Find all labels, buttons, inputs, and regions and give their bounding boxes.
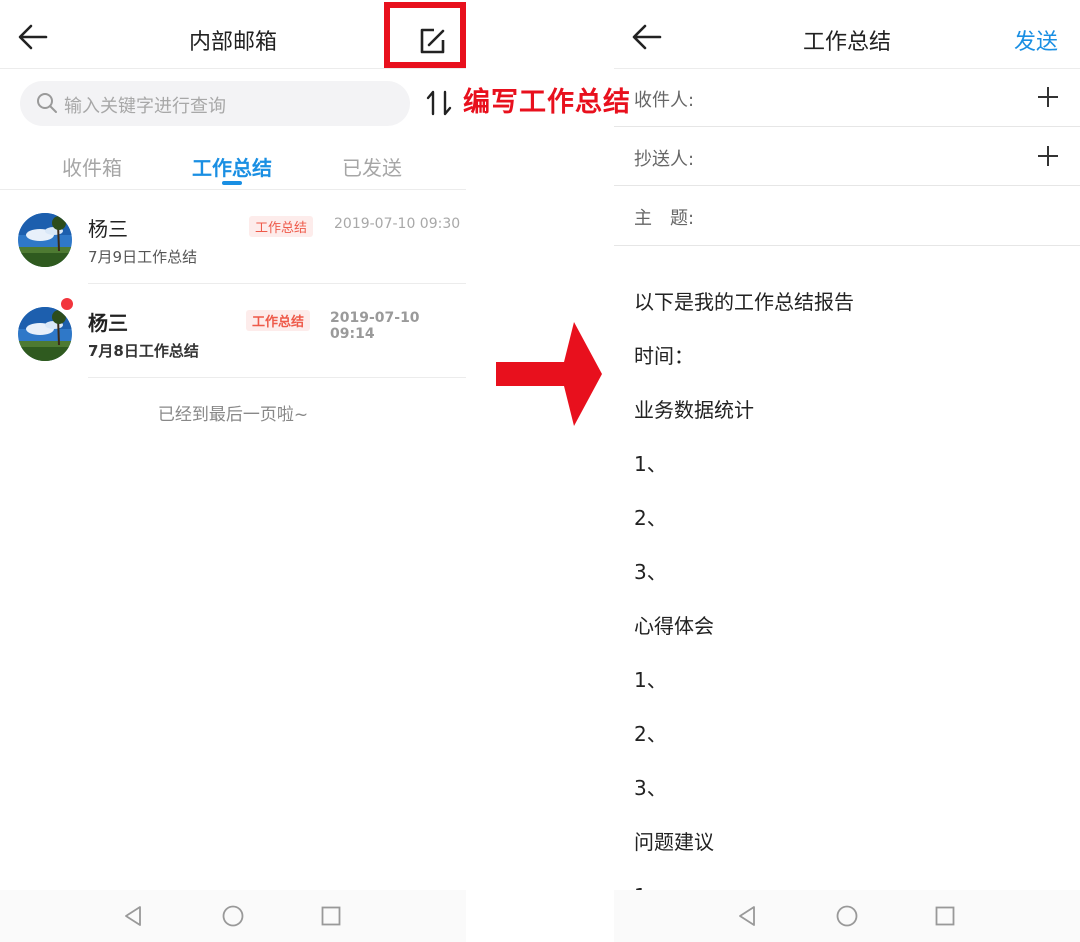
cc-label: 抄送人: xyxy=(634,149,695,170)
recipient-label: 收件人: xyxy=(634,90,695,111)
search-icon xyxy=(37,93,57,113)
subject-label: 主 题: xyxy=(634,208,695,229)
plus-icon[interactable] xyxy=(1036,85,1060,109)
compose-header: 工作总结 发送 xyxy=(614,0,1080,69)
nav-home-icon[interactable] xyxy=(835,904,859,928)
mail-time: 2019-07-10 09:30 xyxy=(334,216,461,232)
active-tab-indicator xyxy=(222,181,242,185)
system-nav-bar xyxy=(614,890,1080,942)
highlight-box xyxy=(384,2,466,68)
plus-icon[interactable] xyxy=(1036,144,1060,168)
mail-list-item[interactable]: 杨三 7月8日工作总结 工作总结 2019-07-10 09:14 xyxy=(0,284,466,378)
search-placeholder: 输入关键字进行查询 xyxy=(64,96,226,117)
nav-recent-icon[interactable] xyxy=(319,904,343,928)
mail-time: 2019-07-10 09:14 xyxy=(330,310,420,342)
end-of-list-text: 已经到最后一页啦~ xyxy=(157,405,309,425)
mail-preview: 7月8日工作总结 xyxy=(88,342,199,360)
body-line[interactable]: 2、 xyxy=(634,718,667,747)
tab-sent[interactable]: 已发送 xyxy=(342,152,402,181)
arrow-right-icon xyxy=(496,322,602,426)
mail-sender: 杨三 xyxy=(88,217,128,241)
nav-home-icon[interactable] xyxy=(221,904,245,928)
nav-back-icon[interactable] xyxy=(121,904,145,928)
recipient-field[interactable]: 收件人: xyxy=(614,68,1080,127)
nav-recent-icon[interactable] xyxy=(933,904,957,928)
body-line[interactable]: 问题建议 xyxy=(634,826,714,855)
mail-list-item[interactable]: 杨三 7月9日工作总结 工作总结 2019-07-10 09:30 xyxy=(0,190,466,284)
send-button[interactable]: 发送 xyxy=(1014,24,1058,56)
avatar xyxy=(18,307,72,361)
body-line[interactable]: 1、 xyxy=(634,448,667,477)
body-line[interactable]: 2、 xyxy=(634,502,667,531)
body-line[interactable]: 3、 xyxy=(634,556,667,585)
body-line[interactable]: 1、 xyxy=(634,664,667,693)
search-input[interactable]: 输入关键字进行查询 xyxy=(20,81,410,126)
tab-inbox[interactable]: 收件箱 xyxy=(62,152,122,181)
avatar xyxy=(18,213,72,267)
inbox-screen: 内部邮箱 输入关键字进行查询 收件箱 工作总结 已发送 杨三 7月9日工作总结 … xyxy=(0,0,466,942)
mail-sender: 杨三 xyxy=(88,311,128,335)
subject-field[interactable]: 主 题: xyxy=(614,186,1080,246)
category-tag: 工作总结 xyxy=(249,216,314,237)
sort-icon[interactable] xyxy=(424,88,454,118)
body-line[interactable]: 业务数据统计 xyxy=(634,394,754,423)
mail-preview: 7月9日工作总结 xyxy=(88,248,198,266)
cc-field[interactable]: 抄送人: xyxy=(614,127,1080,186)
row-divider xyxy=(88,377,466,378)
body-line[interactable]: 心得体会 xyxy=(634,610,714,639)
body-line[interactable]: 以下是我的工作总结报告 xyxy=(634,286,854,315)
tab-work-summary[interactable]: 工作总结 xyxy=(192,152,272,181)
annotation-label: 编写工作总结 xyxy=(463,87,631,118)
system-nav-bar xyxy=(0,890,466,942)
body-line[interactable]: 3、 xyxy=(634,772,667,801)
category-tag: 工作总结 xyxy=(246,310,311,331)
unread-dot xyxy=(60,297,74,311)
page-title: 工作总结 xyxy=(802,30,891,55)
nav-back-icon[interactable] xyxy=(735,904,759,928)
compose-screen: 工作总结 发送 收件人: 抄送人: 主 题: 以下是我的工作总结报告 时间： 业… xyxy=(614,0,1080,942)
body-line[interactable]: 时间： xyxy=(634,340,694,369)
